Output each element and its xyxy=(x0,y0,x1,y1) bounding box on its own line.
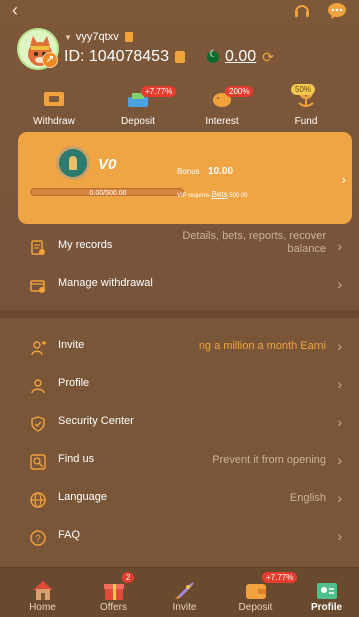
tab-home[interactable]: Home xyxy=(7,572,78,617)
chevron-right-icon: › xyxy=(337,452,342,468)
profile-header-panel: ‹ ↗ ▼ vyy7qtxv ID: 104078453 0.0 xyxy=(0,0,359,318)
tab-profile-label: Profile xyxy=(310,602,343,613)
vip-requirement: VIP requires Bets 500.00 xyxy=(177,190,248,199)
tab-home-label: Home xyxy=(29,602,56,613)
menu-invite-label: Invite xyxy=(58,339,85,351)
chevron-right-icon: › xyxy=(337,528,342,544)
quick-interest[interactable]: 200% Interest xyxy=(185,84,259,130)
top-bar: ‹ xyxy=(0,0,359,22)
chevron-right-icon: › xyxy=(337,238,342,254)
copy-id-icon[interactable] xyxy=(174,51,185,63)
bottom-tab-bar: Home 2 Offers Invite +7.77% Deposit Prof… xyxy=(0,567,359,617)
quick-actions: Withdraw +7.77% Deposit 200% Interest 50… xyxy=(0,84,359,130)
question-icon: ? xyxy=(30,530,46,546)
tab-offers[interactable]: 2 Offers xyxy=(78,572,149,617)
vip-requirement-bets[interactable]: Bets xyxy=(212,190,228,199)
chevron-right-icon: › xyxy=(337,490,342,506)
gift-icon xyxy=(103,584,124,600)
quick-fund-label: Fund xyxy=(294,116,318,127)
quick-deposit-label: Deposit xyxy=(121,116,155,127)
tab-offers-label: Offers xyxy=(99,602,128,613)
headset-icon[interactable] xyxy=(293,2,311,20)
vip-requirement-prefix: VIP requires xyxy=(177,193,212,199)
menu-manage-withdrawal[interactable]: Manage withdrawal › xyxy=(18,266,352,304)
invite-user-icon xyxy=(31,341,46,356)
menu-find-us-value: Prevent it from opening xyxy=(212,454,326,466)
vip-card[interactable]: V0 0.00/500.00 Bonus 10.00 VIP requires … xyxy=(18,132,352,224)
quick-interest-badge: 200% xyxy=(225,86,254,97)
vip-bonus-label: Bonus xyxy=(177,167,200,176)
vip-bonus-value: 10.00 xyxy=(208,166,234,177)
caret-icon: ▼ xyxy=(64,32,72,42)
quick-fund[interactable]: 50% Fund xyxy=(269,84,343,130)
home-icon xyxy=(32,581,53,600)
tab-invite-label: Invite xyxy=(172,602,197,613)
menu-faq-label: FAQ xyxy=(58,529,81,541)
menu-profile-label: Profile xyxy=(58,377,90,389)
menu-language[interactable]: Language English › xyxy=(18,480,352,518)
vip-emblem-icon xyxy=(56,146,90,180)
shield-check-icon xyxy=(31,416,45,432)
chevron-right-icon: › xyxy=(337,338,342,354)
tab-profile[interactable]: Profile xyxy=(291,572,359,617)
id-balance-row: ID: 104078453 0.00 ⟳ xyxy=(64,47,274,67)
menu-manage-withdrawal-label: Manage withdrawal xyxy=(58,277,153,289)
refresh-icon[interactable]: ⟳ xyxy=(262,49,274,66)
quick-deposit-badge: +7.77% xyxy=(141,86,177,97)
vip-level: V0 xyxy=(98,156,117,173)
tab-invite[interactable]: Invite xyxy=(149,572,220,617)
menu-find-us[interactable]: Find us Prevent it from opening › xyxy=(18,442,352,480)
records-icon xyxy=(31,240,45,255)
withdraw-ticket-icon xyxy=(44,92,64,106)
menu-security-center[interactable]: Security Center › xyxy=(18,404,352,442)
quick-fund-badge: 50% xyxy=(291,84,316,95)
menu-security-center-label: Security Center xyxy=(58,415,134,427)
tab-offers-badge: 2 xyxy=(122,572,135,583)
menu-find-us-label: Find us xyxy=(58,453,95,465)
quick-withdraw[interactable]: Withdraw xyxy=(17,84,91,130)
menu-profile[interactable]: Profile › xyxy=(18,366,352,404)
find-search-icon xyxy=(30,454,46,470)
chevron-right-icon: › xyxy=(337,376,342,392)
tab-deposit[interactable]: +7.77% Deposit xyxy=(220,572,298,617)
menu-faq[interactable]: ? FAQ › xyxy=(18,518,352,556)
user-id: ID: 104078453 xyxy=(64,48,169,65)
chevron-right-icon: › xyxy=(337,276,342,292)
pakistan-flag-icon xyxy=(206,49,219,63)
svg-text:?: ? xyxy=(35,534,41,545)
level-badge-icon: ↗ xyxy=(42,52,58,68)
profile-card-icon xyxy=(316,583,337,599)
menu-invite-marquee: ng a million a month Earni xyxy=(198,340,326,352)
balance-amount[interactable]: 0.00 xyxy=(225,48,256,66)
menu-my-records-value: Details, bets, reports, recover balance xyxy=(182,230,326,255)
quick-withdraw-label: Withdraw xyxy=(33,116,75,127)
quick-deposit[interactable]: +7.77% Deposit xyxy=(101,84,177,130)
vip-progress-text: 0.00/500.00 xyxy=(89,190,127,197)
chat-bubble-icon[interactable] xyxy=(327,2,347,20)
menu-invite[interactable]: Invite ng a million a month Earni › xyxy=(18,328,352,366)
menu-my-records[interactable]: My records Details, bets, reports, recov… xyxy=(18,228,352,266)
profile-user-icon xyxy=(31,379,45,394)
copy-username-icon[interactable] xyxy=(124,32,133,42)
chevron-right-icon: › xyxy=(337,414,342,430)
withdrawal-card-icon xyxy=(30,280,45,293)
username-row: ▼ vyy7qtxv xyxy=(64,30,133,44)
globe-icon xyxy=(30,492,46,508)
tab-deposit-label: Deposit xyxy=(238,602,273,613)
chevron-right-icon: › xyxy=(341,171,346,187)
username: vyy7qtxv xyxy=(75,31,119,43)
menu-my-records-label: My records xyxy=(58,239,113,251)
quick-interest-label: Interest xyxy=(205,116,239,127)
invite-rocket-icon xyxy=(174,582,194,599)
menu-language-value: English xyxy=(289,492,326,504)
back-icon[interactable]: ‹ xyxy=(12,1,18,19)
vip-requirement-value: 500.00 xyxy=(227,193,248,199)
menu-language-label: Language xyxy=(58,491,107,503)
